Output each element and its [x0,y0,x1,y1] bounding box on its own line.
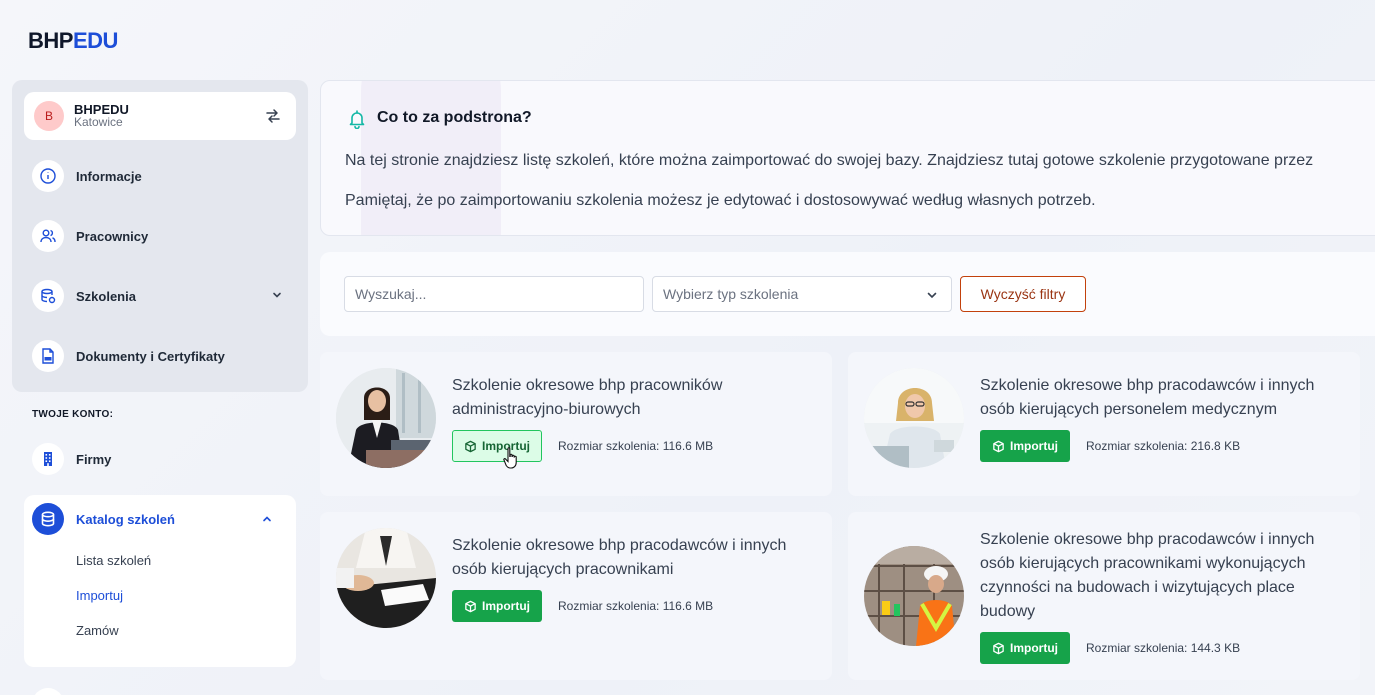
course-size: Rozmiar szkolenia: 116.6 MB [558,599,714,613]
package-icon [465,600,476,612]
course-title: Szkolenie okresowe bhp pracodawców i inn… [980,531,1315,620]
package-icon [993,642,1004,654]
package-icon [465,440,476,452]
switch-arrows-icon[interactable] [264,107,282,125]
import-button-label: Importuj [1010,439,1058,453]
package-icon [993,440,1004,452]
company-switcher[interactable]: B BHPEDU Katowice [24,92,296,140]
company-city: Katowice [74,115,123,129]
sidebar-item-label: Katalog szkoleń [76,511,175,527]
course-card: Szkolenie okresowe bhp pracodawców i inn… [848,352,1360,496]
sidebar-item-label: Dokumenty i Certyfikaty [76,348,225,364]
course-thumbnail [336,528,436,628]
course-title: Szkolenie okresowe bhp pracodawców i inn… [452,537,787,578]
course-thumbnail [864,546,964,646]
info-icon [32,160,64,192]
course-card: Szkolenie okresowe bhp pracodawców i inn… [848,512,1360,680]
filter-bar: Wybierz typ szkolenia Wyczyść filtry [320,252,1375,336]
info-panel: Co to za podstrona? Na tej stronie znajd… [320,80,1375,236]
training-type-select[interactable]: Wybierz typ szkolenia [652,276,952,312]
chevron-down-icon [927,292,937,299]
logo-part-edu: EDU [72,28,118,53]
clear-filters-button[interactable]: Wyczyść filtry [960,276,1086,312]
pdf-file-icon [32,340,64,372]
account-section-title: TWOJE KONTO: [32,409,114,420]
building-icon [32,443,64,475]
search-input[interactable] [344,276,644,312]
sidebar-item-label: Firmy [76,451,112,467]
course-thumbnail [864,368,964,468]
sidebar-item-katalog[interactable]: Katalog szkoleń [32,503,288,535]
chevron-up-icon [263,516,271,522]
course-card: Szkolenie okresowe bhp pracodawców i inn… [320,512,832,680]
database-icon [32,503,64,535]
company-avatar: B [34,101,64,131]
import-button-label: Importuj [482,599,530,613]
submenu-importuj[interactable]: Importuj [76,588,123,603]
sidebar-item-informacje[interactable]: Informacje [32,160,142,192]
info-text-line: Na tej stronie znajdziesz listę szkoleń,… [345,152,1314,169]
sidebar-item-label: Pracownicy [76,228,149,244]
sidebar-item-firmy[interactable]: Firmy [32,443,111,475]
database-icon [32,280,64,312]
import-button[interactable]: Importuj [980,430,1070,462]
bell-icon [349,110,365,129]
sidebar-item-label: Informacje [76,168,142,184]
course-size: Rozmiar szkolenia: 116.6 MB [558,439,714,453]
course-size: Rozmiar szkolenia: 216.8 KB [1086,439,1241,453]
info-text-line: Pamiętaj, że po zaimportowaniu szkolenia… [345,192,1096,209]
submenu-zamow[interactable]: Zamów [76,623,119,638]
course-size: Rozmiar szkolenia: 144.3 KB [1086,641,1241,655]
app-logo[interactable]: BHPEDU [28,28,118,54]
import-button[interactable]: Importuj [452,590,542,622]
sidebar-item-partial[interactable] [32,688,64,695]
import-button-label: Importuj [482,439,530,453]
sidebar-item-label: Szkolenia [76,288,136,304]
sidebar-item-pracownicy[interactable]: Pracownicy [32,220,148,252]
users-icon [32,220,64,252]
course-thumbnail [336,368,436,468]
import-button-label: Importuj [1010,641,1058,655]
chevron-down-icon [273,292,281,298]
course-title: Szkolenie okresowe bhp pracowników admin… [452,377,723,418]
submenu-lista-szkolen[interactable]: Lista szkoleń [76,553,151,568]
import-button[interactable]: Importuj [452,430,542,462]
sidebar-item-szkolenia[interactable]: Szkolenia [32,280,281,312]
logo-part-bhp: BHP [28,28,73,53]
info-title: Co to za podstrona? [377,109,532,126]
course-title: Szkolenie okresowe bhp pracodawców i inn… [980,377,1315,418]
select-placeholder: Wybierz typ szkolenia [663,286,799,302]
sidebar-catalog-group: Katalog szkoleń Lista szkoleń Importuj Z… [24,495,296,667]
import-button[interactable]: Importuj [980,632,1070,664]
course-card: Szkolenie okresowe bhp pracowników admin… [320,352,832,496]
sidebar-item-dokumenty[interactable]: Dokumenty i Certyfikaty [32,340,225,372]
